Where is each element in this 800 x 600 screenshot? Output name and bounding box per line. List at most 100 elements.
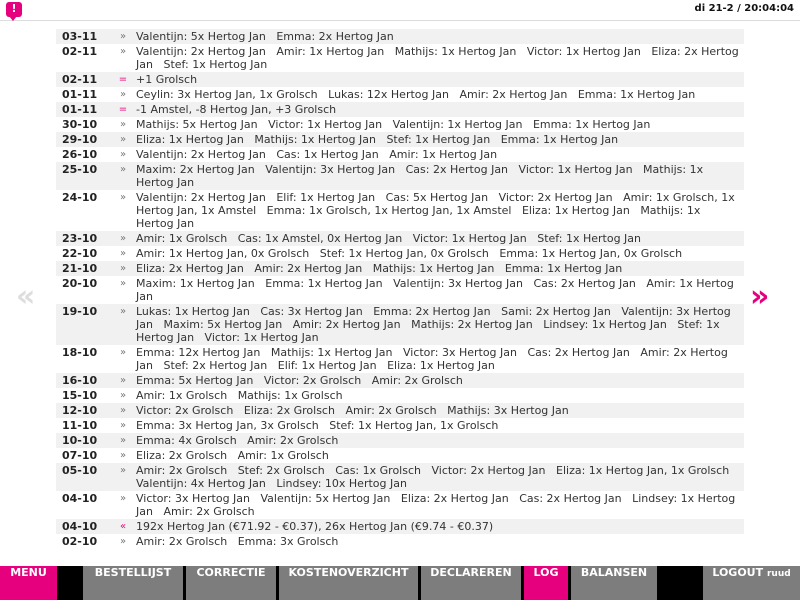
log-entry: Stef: 1x Hertog Jan, 0x Grolsch [319,247,489,260]
menu-button-label: KOSTENOVERZICHT [288,566,409,579]
log-entry: Emma: 3x Hertog Jan, 3x Grolsch [136,419,319,432]
log-entries: Emma: 12x Hertog Jan Mathijs: 1x Hertog … [133,345,744,373]
log-entries: Amir: 2x Grolsch Emma: 3x Grolsch [133,534,744,549]
log-entry: Victor: 2x Hertog Jan [431,464,546,477]
log-entry: 192x Hertog Jan (€71.92 - €0.37), 26x He… [136,520,494,533]
log-entry: Victor: 2x Grolsch [263,374,362,387]
menu-button-correctie[interactable]: CORRECTIE [186,566,276,600]
log-entry: Victor: 1x Hertog Jan [518,163,633,176]
log-entries: Victor: 2x Grolsch Eliza: 2x Grolsch Ami… [133,403,744,418]
log-entry: Maxim: 1x Hertog Jan [136,277,255,290]
log-entry: Ceylin: 3x Hertog Jan, 1x Grolsch [136,88,318,101]
log-entry: Emma: 1x Hertog Jan [504,262,623,275]
log-entry: Mathijs: 2x Hertog Jan [411,318,533,331]
log-entry: Victor: 2x Grolsch [136,404,234,417]
log-entry: Mathijs: 1x Hertog Jan [394,45,517,58]
log-date: 10-10 [56,433,113,448]
stock-correction-icon: = [113,72,133,87]
log-date: 24-10 [56,190,113,231]
log-date: 04-10 [56,519,113,534]
log-entry: Amir: 1x Hertog Jan [276,45,385,58]
log-entry: Lukas: 1x Hertog Jan [136,305,250,318]
log-entry: Stef: 1x Hertog Jan, 1x Grolsch [329,419,499,432]
menu-button-label: DECLAREREN [430,566,512,579]
log-row: 16-10» Emma: 5x Hertog Jan Victor: 2x Gro… [56,373,744,388]
log-row: 02-11» Valentijn: 2x Hertog Jan Amir: 1x … [56,44,744,72]
log-entry: Maxim: 5x Hertog Jan [163,318,283,331]
notification-logo-icon[interactable]: ! [6,2,22,21]
log-entry: Eliza: 1x Hertog Jan [136,133,244,146]
log-entry: Amir: 2x Grolsch [163,505,255,518]
log-entry: Amir: 2x Grolsch [136,464,228,477]
log-entry: Emma: 4x Grolsch [136,434,237,447]
log-entry: Valentijn: 5x Hertog Jan [260,492,391,505]
log-entry: Amir: 2x Hertog Jan [292,318,401,331]
log-entry: Cas: 2x Hertog Jan [527,346,630,359]
log-entry: Lindsey: 10x Hertog Jan [276,477,407,490]
log-entries: Valentijn: 2x Hertog Jan Cas: 1x Hertog … [133,147,744,162]
log-entries: 192x Hertog Jan (€71.92 - €0.37), 26x He… [133,519,744,534]
consumption-icon: » [113,246,133,261]
menu-button-logout[interactable]: LOGOUT ruud [703,566,800,600]
menu-button-label: MENU [10,566,47,579]
menu-button-kostenoverzicht[interactable]: KOSTENOVERZICHT [279,566,418,600]
log-entries: Maxim: 1x Hertog Jan Emma: 1x Hertog Jan… [133,276,744,304]
menu-button-log[interactable]: LOG [524,566,568,600]
consumption-icon: » [113,190,133,231]
log-row: 21-10» Eliza: 2x Hertog Jan Amir: 2x Hert… [56,261,744,276]
log-entry: Stef: 2x Hertog Jan [163,359,268,372]
log-entry: Cas: 2x Hertog Jan [533,277,636,290]
log-date: 30-10 [56,117,113,132]
log-row: 18-10» Emma: 12x Hertog Jan Mathijs: 1x H… [56,345,744,373]
log-entries: Mathijs: 5x Hertog Jan Victor: 1x Hertog… [133,117,744,132]
log-entry: Victor: 3x Hertog Jan [136,492,251,505]
log-row: 03-11» Valentijn: 5x Hertog Jan Emma: 2x … [56,29,744,44]
log-entry: Amir: 2x Hertog Jan [459,88,568,101]
log-entry: Eliza: 1x Hertog Jan [521,204,630,217]
log-row: 20-10» Maxim: 1x Hertog Jan Emma: 1x Hert… [56,276,744,304]
log-entry: Cas: 1x Grolsch [335,464,421,477]
log-entry: +1 Grolsch [136,73,198,86]
log-entries: Emma: 5x Hertog Jan Victor: 2x Grolsch A… [133,373,744,388]
log-date: 05-10 [56,463,113,491]
log-entry: Valentijn: 3x Hertog Jan [393,277,523,290]
log-date: 03-11 [56,29,113,44]
menu-button-declareren[interactable]: DECLAREREN [421,566,521,600]
log-date: 12-10 [56,403,113,418]
log-entries: Emma: 3x Hertog Jan, 3x Grolsch Stef: 1x… [133,418,744,433]
previous-page-arrow-icon[interactable]: « [16,282,35,312]
menu-button-balansen[interactable]: BALANSEN [571,566,657,600]
menu-button-label: BESTELLIJST [94,566,172,579]
log-entry: Stef: 1x Hertog Jan [386,133,491,146]
log-date: 29-10 [56,132,113,147]
log-date: 23-10 [56,231,113,246]
log-entry: Lindsey: 1x Hertog Jan [543,318,667,331]
log-entry: Amir: 1x Grolsch [237,449,329,462]
log-entry: Valentijn: 5x Hertog Jan [136,30,266,43]
consumption-icon: » [113,534,133,549]
log-date: 02-10 [56,534,113,549]
log-entry: Lukas: 12x Hertog Jan [328,88,449,101]
log-entry: Eliza: 2x Grolsch [243,404,335,417]
menu-button-bestellijst[interactable]: BESTELLIJST [83,566,183,600]
log-entries: Valentijn: 2x Hertog Jan Amir: 1x Hertog… [133,44,744,72]
consumption-icon: » [113,162,133,190]
menu-button-menu[interactable]: MENU [0,566,57,600]
log-entry: Victor: 1x Hertog Jan [412,232,527,245]
log-date: 19-10 [56,304,113,345]
log-entry: Eliza: 2x Grolsch [136,449,228,462]
log-entry: Valentijn: 2x Hertog Jan [136,148,266,161]
log-entry: Emma: 12x Hertog Jan [136,346,261,359]
log-entries: Valentijn: 2x Hertog Jan Elif: 1x Hertog… [133,190,744,231]
log-entries: Emma: 4x Grolsch Amir: 2x Grolsch [133,433,744,448]
consumption-icon: » [113,276,133,304]
log-date: 01-11 [56,87,113,102]
log-entry: Emma: 1x Hertog Jan [577,88,696,101]
next-page-arrow-icon[interactable]: » [750,282,769,312]
log-entry: Sami: 2x Hertog Jan [501,305,611,318]
log-row: 30-10» Mathijs: 5x Hertog Jan Victor: 1x … [56,117,744,132]
log-date: 07-10 [56,448,113,463]
log-date: 01-11 [56,102,113,117]
log-entry: Emma: 1x Hertog Jan, 0x Grolsch [499,247,683,260]
log-entry: Victor: 3x Hertog Jan [402,346,517,359]
